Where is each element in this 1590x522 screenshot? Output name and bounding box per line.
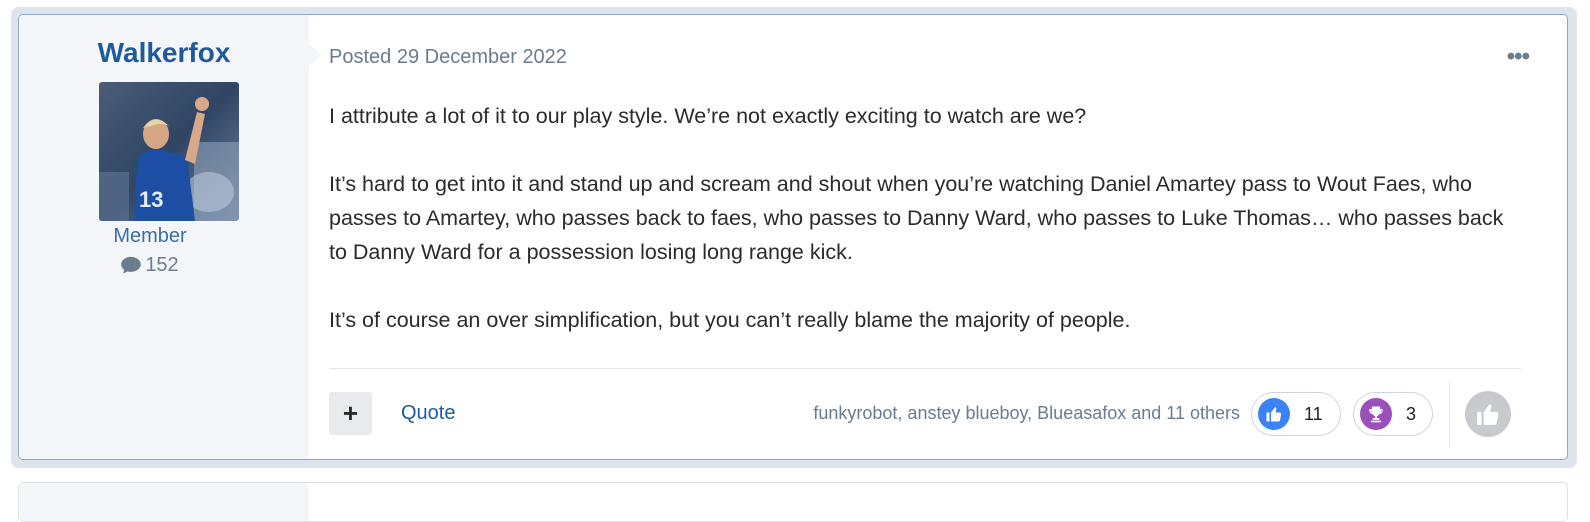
post-paragraph: It’s hard to get into it and stand up an… bbox=[329, 172, 1504, 264]
post-count[interactable]: 152 bbox=[0, 254, 300, 277]
reaction-divider bbox=[1449, 382, 1450, 448]
thumbs-up-icon bbox=[1477, 404, 1499, 425]
member-group: Member bbox=[113, 225, 187, 247]
svg-text:13: 13 bbox=[139, 187, 163, 212]
post-divider bbox=[329, 368, 1521, 369]
post-date[interactable]: Posted 29 December 2022 bbox=[329, 46, 567, 69]
author-name-link[interactable]: Walkerfox bbox=[19, 37, 309, 69]
react-button[interactable] bbox=[1465, 391, 1511, 437]
reaction-trophy[interactable]: 3 bbox=[1353, 392, 1433, 436]
reaction-count: 11 bbox=[1304, 403, 1323, 424]
post-paragraph: I attribute a lot of it to our play styl… bbox=[329, 104, 1087, 128]
quote-button[interactable]: Quote bbox=[401, 402, 455, 425]
reaction-summary-link[interactable]: funkyrobot, anstey blueboy, Blueasafox a… bbox=[813, 403, 1240, 424]
next-author-panel bbox=[19, 483, 309, 521]
avatar[interactable]: 13 bbox=[99, 82, 239, 221]
reaction-like[interactable]: 11 bbox=[1251, 392, 1341, 436]
post-count-value: 152 bbox=[145, 254, 179, 276]
post-paragraph: It’s of course an over simplification, b… bbox=[329, 308, 1131, 332]
more-options-icon[interactable]: ••• bbox=[1507, 43, 1530, 71]
author-panel-arrow bbox=[308, 43, 322, 67]
next-post-preview bbox=[18, 482, 1568, 522]
trophy-icon bbox=[1360, 398, 1392, 430]
post-content: I attribute a lot of it to our play styl… bbox=[329, 99, 1519, 371]
comment-icon bbox=[121, 256, 142, 274]
multiquote-button[interactable]: + bbox=[329, 392, 372, 435]
reaction-count: 3 bbox=[1406, 403, 1417, 424]
thumbs-up-icon bbox=[1258, 398, 1290, 430]
